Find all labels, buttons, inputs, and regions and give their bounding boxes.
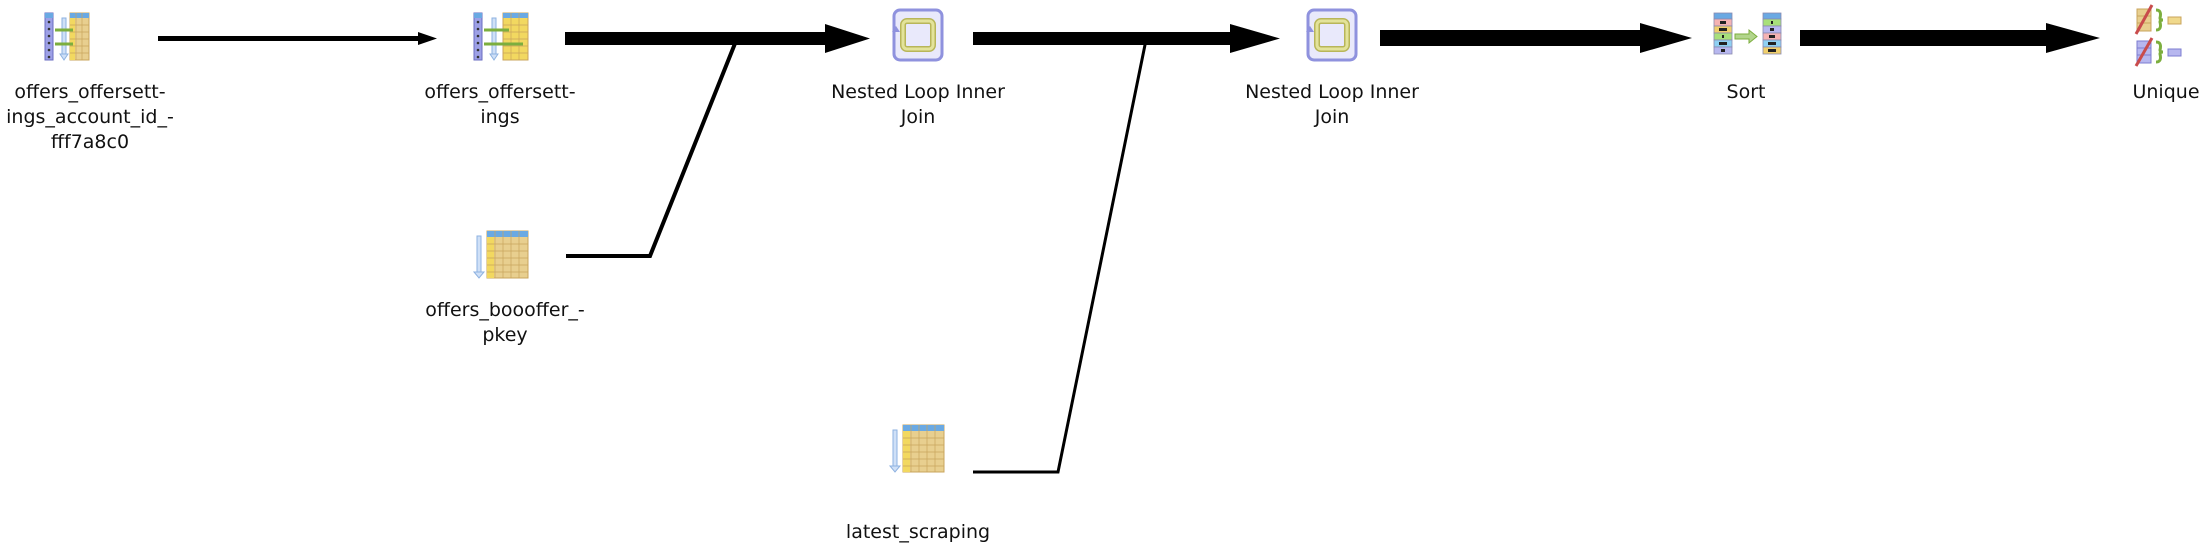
edge-n6-n7 (1380, 23, 1692, 53)
edge-n3-n4 (566, 35, 740, 258)
table-index-icon (889, 424, 945, 473)
node-label: Sort (1726, 81, 1766, 103)
index-scan-icon (44, 12, 90, 61)
node-label: Unique (2132, 81, 2200, 103)
edge-n1-n2 (158, 32, 437, 45)
index-scan-icon (473, 12, 529, 61)
node-label: offers_offersett- ings (424, 81, 576, 128)
unique-icon (2134, 4, 2182, 67)
edge-n7-n8 (1800, 23, 2100, 53)
node-label: Nested Loop Inner Join (1245, 81, 1419, 128)
sort-icon (1713, 12, 1782, 55)
plan-edges (158, 23, 2100, 474)
node-label: offers_boooffer_- pkey (425, 299, 585, 346)
node-label: latest_scraping (845, 521, 991, 543)
node-label: offers_offersett- ings_account_id_- fff7… (6, 81, 174, 153)
nested-loop-icon (1306, 8, 1358, 62)
table-index-icon (473, 230, 529, 279)
node-label: Nested Loop Inner Join (831, 81, 1005, 128)
edge-n4-n6 (973, 24, 1280, 53)
nested-loop-icon (892, 8, 944, 62)
edge-n2-n4 (565, 24, 870, 53)
